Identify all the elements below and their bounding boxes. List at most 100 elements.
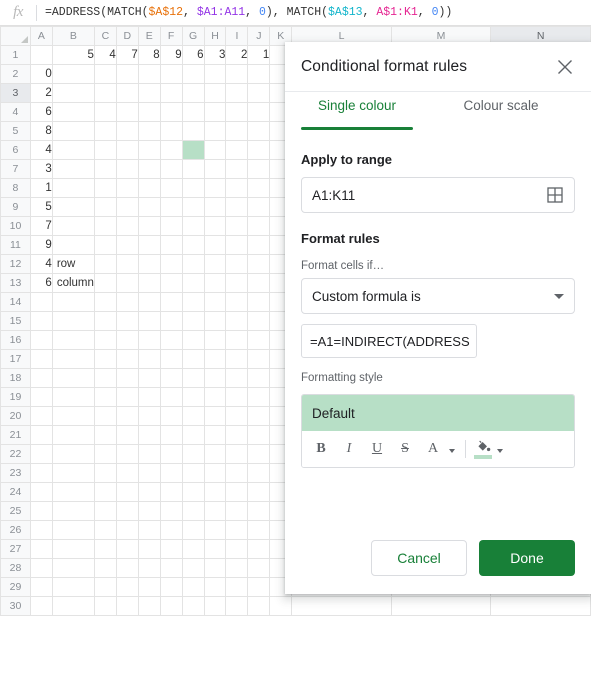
format-condition-select[interactable]: Custom formula is <box>301 278 575 314</box>
cell-J22[interactable] <box>247 444 271 464</box>
text-colour-chevron-down-icon[interactable] <box>449 449 455 453</box>
cell-B5[interactable] <box>51 121 95 141</box>
cell-A30[interactable] <box>29 596 53 616</box>
cell-E29[interactable] <box>137 577 161 597</box>
cell-B28[interactable] <box>51 558 95 578</box>
cell-D17[interactable] <box>115 349 139 369</box>
cell-F6[interactable] <box>159 140 183 160</box>
row-header-20[interactable]: 20 <box>0 406 31 426</box>
cell-G15[interactable] <box>181 311 205 331</box>
cell-C5[interactable] <box>93 121 117 141</box>
row-header-22[interactable]: 22 <box>0 444 31 464</box>
cell-C11[interactable] <box>93 235 117 255</box>
cell-G4[interactable] <box>181 102 205 122</box>
row-header-4[interactable]: 4 <box>0 102 31 122</box>
cell-B20[interactable] <box>51 406 95 426</box>
cell-G18[interactable] <box>181 368 205 388</box>
cell-F29[interactable] <box>159 577 183 597</box>
row-header-18[interactable]: 18 <box>0 368 31 388</box>
cell-D16[interactable] <box>115 330 139 350</box>
cell-B23[interactable] <box>51 463 95 483</box>
cell-F22[interactable] <box>159 444 183 464</box>
fill-colour-chevron-down-icon[interactable] <box>497 449 503 453</box>
cell-H9[interactable] <box>203 197 227 217</box>
cell-C28[interactable] <box>93 558 117 578</box>
cell-H11[interactable] <box>203 235 227 255</box>
cell-B17[interactable] <box>51 349 95 369</box>
cell-H15[interactable] <box>203 311 227 331</box>
cell-E5[interactable] <box>137 121 161 141</box>
cell-E14[interactable] <box>137 292 161 312</box>
cell-F25[interactable] <box>159 501 183 521</box>
cell-I17[interactable] <box>225 349 249 369</box>
cell-A24[interactable] <box>29 482 53 502</box>
cell-J27[interactable] <box>247 539 271 559</box>
cell-J17[interactable] <box>247 349 271 369</box>
cell-J19[interactable] <box>247 387 271 407</box>
text-colour-button[interactable]: A <box>420 436 446 462</box>
cell-I3[interactable] <box>225 83 249 103</box>
cell-C29[interactable] <box>93 577 117 597</box>
cell-I6[interactable] <box>225 140 249 160</box>
cell-J14[interactable] <box>247 292 271 312</box>
cell-I5[interactable] <box>225 121 249 141</box>
cell-H22[interactable] <box>203 444 227 464</box>
cell-I18[interactable] <box>225 368 249 388</box>
cell-F3[interactable] <box>159 83 183 103</box>
cell-A28[interactable] <box>29 558 53 578</box>
cell-H17[interactable] <box>203 349 227 369</box>
row-header-26[interactable]: 26 <box>0 520 31 540</box>
cell-E19[interactable] <box>137 387 161 407</box>
cell-B3[interactable] <box>51 83 95 103</box>
cell-J5[interactable] <box>247 121 271 141</box>
cell-E6[interactable] <box>137 140 161 160</box>
cell-F13[interactable] <box>159 273 183 293</box>
cell-D26[interactable] <box>115 520 139 540</box>
cell-E12[interactable] <box>137 254 161 274</box>
cell-A19[interactable] <box>29 387 53 407</box>
cell-D13[interactable] <box>115 273 139 293</box>
cell-N30[interactable] <box>490 596 591 616</box>
cell-J25[interactable] <box>247 501 271 521</box>
cell-E8[interactable] <box>137 178 161 198</box>
cell-J24[interactable] <box>247 482 271 502</box>
cell-A4[interactable]: 6 <box>29 102 53 122</box>
row-header-14[interactable]: 14 <box>0 292 31 312</box>
cell-D18[interactable] <box>115 368 139 388</box>
cell-J1[interactable]: 1 <box>247 45 271 65</box>
cell-D12[interactable] <box>115 254 139 274</box>
row-header-12[interactable]: 12 <box>0 254 31 274</box>
cell-A1[interactable] <box>29 45 53 65</box>
cell-J26[interactable] <box>247 520 271 540</box>
underline-button[interactable]: U <box>364 436 390 462</box>
cell-I9[interactable] <box>225 197 249 217</box>
cell-D14[interactable] <box>115 292 139 312</box>
cell-A6[interactable]: 4 <box>29 140 53 160</box>
cell-G27[interactable] <box>181 539 205 559</box>
row-header-17[interactable]: 17 <box>0 349 31 369</box>
cell-G25[interactable] <box>181 501 205 521</box>
row-header-23[interactable]: 23 <box>0 463 31 483</box>
cell-I1[interactable]: 2 <box>225 45 249 65</box>
cell-C18[interactable] <box>93 368 117 388</box>
cell-D23[interactable] <box>115 463 139 483</box>
cell-D8[interactable] <box>115 178 139 198</box>
cell-F7[interactable] <box>159 159 183 179</box>
cell-A13[interactable]: 6 <box>29 273 53 293</box>
cell-B12[interactable]: row <box>51 254 95 274</box>
cell-I10[interactable] <box>225 216 249 236</box>
cell-A12[interactable]: 4 <box>29 254 53 274</box>
cell-D28[interactable] <box>115 558 139 578</box>
cell-J20[interactable] <box>247 406 271 426</box>
cell-D11[interactable] <box>115 235 139 255</box>
cell-J10[interactable] <box>247 216 271 236</box>
row-header-11[interactable]: 11 <box>0 235 31 255</box>
cell-I26[interactable] <box>225 520 249 540</box>
cell-I22[interactable] <box>225 444 249 464</box>
cell-E22[interactable] <box>137 444 161 464</box>
row-header-13[interactable]: 13 <box>0 273 31 293</box>
cell-E28[interactable] <box>137 558 161 578</box>
cell-C1[interactable]: 4 <box>93 45 117 65</box>
cell-G14[interactable] <box>181 292 205 312</box>
cell-A9[interactable]: 5 <box>29 197 53 217</box>
